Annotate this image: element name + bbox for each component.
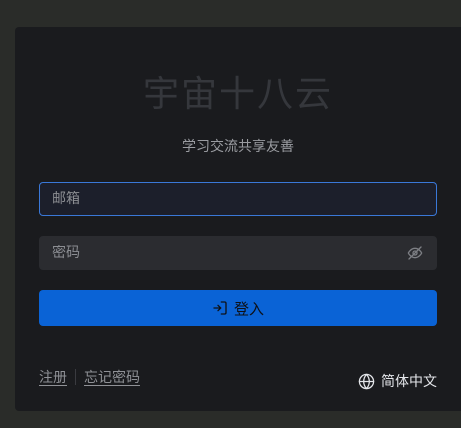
- login-button[interactable]: 登入: [39, 290, 437, 326]
- email-field[interactable]: [39, 182, 437, 216]
- link-divider: [75, 369, 76, 385]
- register-link[interactable]: 注册: [39, 367, 67, 387]
- login-button-label: 登入: [233, 299, 264, 318]
- password-field[interactable]: [39, 236, 437, 270]
- auth-links: 注册 忘记密码: [39, 367, 140, 387]
- app-title: 宇宙十八云: [142, 74, 333, 115]
- language-label: 简体中文: [381, 374, 437, 390]
- login-icon: [212, 300, 228, 316]
- globe-icon: [358, 373, 375, 390]
- email-input[interactable]: [52, 191, 424, 207]
- language-switcher[interactable]: 简体中文: [358, 371, 437, 391]
- app-subtitle: 学习交流共享友善: [182, 139, 294, 155]
- login-card: 宇宙十八云 学习交流共享友善 登入 注册 忘记密码: [15, 27, 461, 411]
- forgot-password-link[interactable]: 忘记密码: [84, 367, 140, 387]
- password-input[interactable]: [52, 245, 406, 261]
- eye-off-icon[interactable]: [406, 244, 424, 262]
